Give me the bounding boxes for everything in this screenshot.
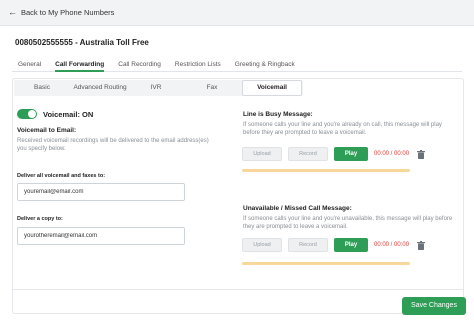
busy-message-description: If someone calls your line and you're al… bbox=[243, 122, 442, 136]
unavailable-message-description: If someone calls your line and you're un… bbox=[243, 216, 453, 230]
call-forwarding-panel: Basic Advanced Routing IVR Fax Voicemail… bbox=[12, 78, 464, 314]
unavailable-time: 00:00 / 00:00 bbox=[374, 242, 410, 248]
busy-record-button[interactable]: Record bbox=[288, 147, 328, 161]
busy-progress-bar[interactable] bbox=[242, 169, 410, 172]
busy-player: Upload Record Play 00:00 / 00:00 bbox=[242, 147, 426, 161]
top-bar: ← Back to My Phone Numbers bbox=[0, 0, 474, 26]
back-link-label: Back to My Phone Numbers bbox=[21, 8, 115, 17]
unavailable-upload-button[interactable]: Upload bbox=[242, 238, 282, 252]
voicemail-email-helper: Received voicemail recordings will be de… bbox=[17, 138, 209, 152]
back-link[interactable]: ← Back to My Phone Numbers bbox=[8, 7, 115, 18]
voicemail-status-label: Voicemail: ON bbox=[43, 109, 94, 119]
panel-divider bbox=[13, 289, 463, 290]
tab-restriction-lists[interactable]: Restriction Lists bbox=[175, 58, 221, 72]
copy-to-label: Deliver a copy to: bbox=[17, 216, 63, 222]
copy-to-input[interactable] bbox=[17, 227, 185, 245]
unavailable-player: Upload Record Play 00:00 / 00:00 bbox=[242, 238, 426, 252]
trash-icon[interactable] bbox=[417, 149, 426, 159]
busy-message-title: Line is Busy Message: bbox=[243, 111, 313, 118]
unavailable-progress-bar[interactable] bbox=[242, 262, 410, 265]
unavailable-record-button[interactable]: Record bbox=[288, 238, 328, 252]
main-tabs: General Call Forwarding Call Recording R… bbox=[12, 58, 462, 72]
voicemail-email-heading: Voicemail to Email: bbox=[17, 127, 77, 134]
deliver-to-input[interactable] bbox=[17, 183, 185, 201]
voicemail-settings: Voicemail: ON Voicemail to Email: Receiv… bbox=[17, 109, 217, 153]
tab-general[interactable]: General bbox=[18, 58, 41, 72]
trash-icon[interactable] bbox=[417, 240, 426, 250]
subtab-voicemail[interactable]: Voicemail bbox=[242, 80, 302, 96]
busy-upload-button[interactable]: Upload bbox=[242, 147, 282, 161]
subtab-advanced-routing[interactable]: Advanced Routing bbox=[70, 80, 130, 96]
busy-message-section: Line is Busy Message: If someone calls y… bbox=[243, 111, 459, 137]
arrow-left-icon: ← bbox=[8, 7, 17, 17]
tab-greeting-ringback[interactable]: Greeting & Ringback bbox=[235, 58, 295, 72]
sub-tabs: Basic Advanced Routing IVR Fax Voicemail bbox=[14, 80, 303, 96]
subtab-fax[interactable]: Fax bbox=[182, 80, 242, 96]
save-changes-button[interactable]: Save Changes bbox=[402, 297, 466, 315]
busy-play-button[interactable]: Play bbox=[334, 147, 368, 161]
tab-call-recording[interactable]: Call Recording bbox=[118, 58, 161, 72]
tab-call-forwarding[interactable]: Call Forwarding bbox=[55, 58, 105, 72]
subtab-ivr[interactable]: IVR bbox=[130, 80, 182, 96]
unavailable-play-button[interactable]: Play bbox=[334, 238, 368, 252]
voicemail-status-row: Voicemail: ON bbox=[17, 109, 217, 119]
deliver-to-label: Deliver all voicemail and faxes to: bbox=[17, 173, 106, 179]
toggle-knob bbox=[28, 110, 36, 118]
voicemail-toggle[interactable] bbox=[17, 109, 37, 119]
subtab-basic[interactable]: Basic bbox=[14, 80, 70, 96]
unavailable-message-section: Unavailable / Missed Call Message: If so… bbox=[243, 205, 459, 231]
unavailable-message-title: Unavailable / Missed Call Message: bbox=[243, 205, 352, 212]
busy-time: 00:00 / 00:00 bbox=[374, 151, 410, 157]
page-title: 0080502555555 - Australia Toll Free bbox=[15, 38, 149, 47]
